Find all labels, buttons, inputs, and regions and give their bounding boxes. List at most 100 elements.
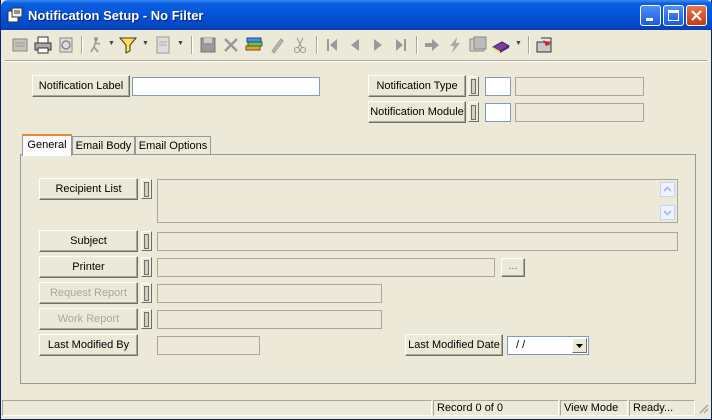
toolbar-exit-button[interactable] — [533, 34, 555, 56]
subject-field[interactable] — [157, 232, 678, 251]
status-bar: Record 0 of 0 View Mode Ready... — [2, 398, 710, 418]
first-record-icon — [327, 39, 337, 51]
toolbar-print-button[interactable] — [32, 34, 54, 56]
dropdown-arrow-icon — [576, 344, 583, 348]
toolbar-next-record-button[interactable] — [367, 34, 389, 56]
toolbar-form-button[interactable] — [9, 34, 31, 56]
chevron-up-icon — [663, 186, 672, 192]
subject-lookup[interactable] — [141, 231, 152, 251]
toolbar-divider — [5, 60, 707, 62]
scroll-up-button[interactable] — [660, 182, 675, 197]
toolbar-first-record-button[interactable] — [321, 34, 343, 56]
printer-button[interactable]: Printer — [39, 256, 138, 278]
toolbar-report-button[interactable] — [467, 34, 489, 56]
scissors-icon — [294, 37, 306, 53]
request-report-field[interactable] — [157, 284, 382, 303]
previous-record-icon — [351, 39, 359, 51]
pencil-icon — [271, 38, 284, 54]
toolbar: ▼ ▼ ▼ ▼ — [5, 33, 707, 59]
printer-browse-button[interactable]: ... — [501, 258, 525, 277]
last-record-icon — [396, 39, 406, 51]
save-disk-icon — [200, 37, 216, 53]
next-record-icon — [374, 39, 382, 51]
toolbar-records-button[interactable] — [243, 34, 265, 56]
close-button[interactable] — [686, 5, 707, 26]
exit-door-icon — [536, 37, 552, 53]
maximize-button[interactable] — [663, 5, 684, 26]
resize-grip-icon[interactable] — [697, 402, 709, 414]
notification-module-description — [515, 103, 644, 122]
last-modified-date-picker[interactable]: / / — [507, 336, 589, 355]
toolbar-run-button[interactable] — [85, 34, 107, 56]
window-title: Notification Setup - No Filter — [28, 8, 204, 23]
toolbar-edit-button[interactable] — [266, 34, 288, 56]
run-dropdown-icon[interactable]: ▼ — [108, 40, 115, 47]
toolbar-last-record-button[interactable] — [390, 34, 412, 56]
work-report-button[interactable]: Work Report — [39, 308, 138, 330]
toolbar-document-button[interactable] — [152, 34, 174, 56]
date-dropdown-button[interactable] — [572, 338, 587, 353]
scroll-down-button[interactable] — [660, 205, 675, 220]
document-dropdown-icon[interactable]: ▼ — [177, 40, 184, 47]
tab-email-body[interactable]: Email Body — [72, 136, 135, 156]
last-modified-date-button[interactable]: Last Modified Date — [405, 334, 503, 356]
notification-setup-window: Notification Setup - No Filter ▼ ▼ ▼ ▼ N… — [0, 0, 712, 420]
help-dropdown-icon[interactable]: ▼ — [515, 40, 522, 47]
maximize-icon — [668, 10, 679, 21]
toolbar-goto-button[interactable] — [421, 34, 443, 56]
subject-button[interactable]: Subject — [39, 230, 138, 252]
notification-type-description — [515, 77, 644, 96]
work-report-lookup[interactable] — [141, 309, 152, 329]
delete-x-icon — [224, 38, 238, 52]
toolbar-action-button[interactable] — [444, 34, 466, 56]
arrow-right-icon — [425, 39, 439, 51]
notification-type-code[interactable] — [485, 77, 511, 96]
request-report-button[interactable]: Request Report — [39, 282, 138, 304]
notification-label-button[interactable]: Notification Label — [32, 75, 130, 97]
tab-email-options[interactable]: Email Options — [135, 136, 211, 156]
minimize-icon — [646, 18, 653, 21]
close-icon — [691, 10, 702, 21]
last-modified-date-value: / / — [516, 339, 526, 351]
status-mode: View Mode — [560, 400, 628, 416]
recipient-list-lookup[interactable] — [141, 179, 152, 199]
notification-type-lookup[interactable] — [468, 76, 479, 96]
toolbar-cut-button[interactable] — [289, 34, 311, 56]
recipient-list-button[interactable]: Recipient List — [39, 178, 138, 200]
title-bar[interactable]: Notification Setup - No Filter — [1, 0, 712, 30]
notification-label-input[interactable] — [132, 77, 320, 96]
status-state: Ready... — [629, 400, 695, 416]
notification-module-lookup[interactable] — [468, 102, 479, 122]
last-modified-by-field — [157, 336, 260, 355]
app-icon — [7, 7, 23, 23]
chevron-down-icon — [663, 210, 672, 216]
toolbar-save-button[interactable] — [197, 34, 219, 56]
report-image-icon — [469, 36, 487, 52]
filter-funnel-icon — [118, 37, 138, 54]
tab-general[interactable]: General — [22, 134, 72, 156]
status-record: Record 0 of 0 — [433, 400, 559, 416]
notification-module-button[interactable]: Notification Module — [368, 101, 466, 123]
notification-module-code[interactable] — [485, 103, 511, 122]
print-preview-icon — [59, 37, 73, 53]
lightning-icon — [450, 37, 460, 53]
toolbar-delete-button[interactable] — [220, 34, 242, 56]
status-empty-cell — [2, 400, 432, 416]
recipient-list-textarea[interactable] — [157, 179, 678, 223]
toolbar-filter-button[interactable] — [117, 34, 139, 56]
last-modified-by-button[interactable]: Last Modified By — [39, 334, 138, 356]
form-icon — [12, 38, 28, 52]
printer-field[interactable] — [157, 258, 495, 277]
toolbar-preview-button[interactable] — [55, 34, 77, 56]
work-report-field[interactable] — [157, 310, 382, 329]
toolbar-prev-record-button[interactable] — [344, 34, 366, 56]
help-book-icon — [491, 41, 511, 53]
document-icon — [156, 36, 170, 54]
request-report-lookup[interactable] — [141, 283, 152, 303]
filter-dropdown-icon[interactable]: ▼ — [142, 40, 149, 47]
printer-icon — [34, 36, 52, 54]
toolbar-help-book-button[interactable] — [490, 34, 512, 56]
printer-lookup[interactable] — [141, 257, 152, 277]
minimize-button[interactable] — [640, 5, 661, 26]
notification-type-button[interactable]: Notification Type — [368, 75, 466, 97]
